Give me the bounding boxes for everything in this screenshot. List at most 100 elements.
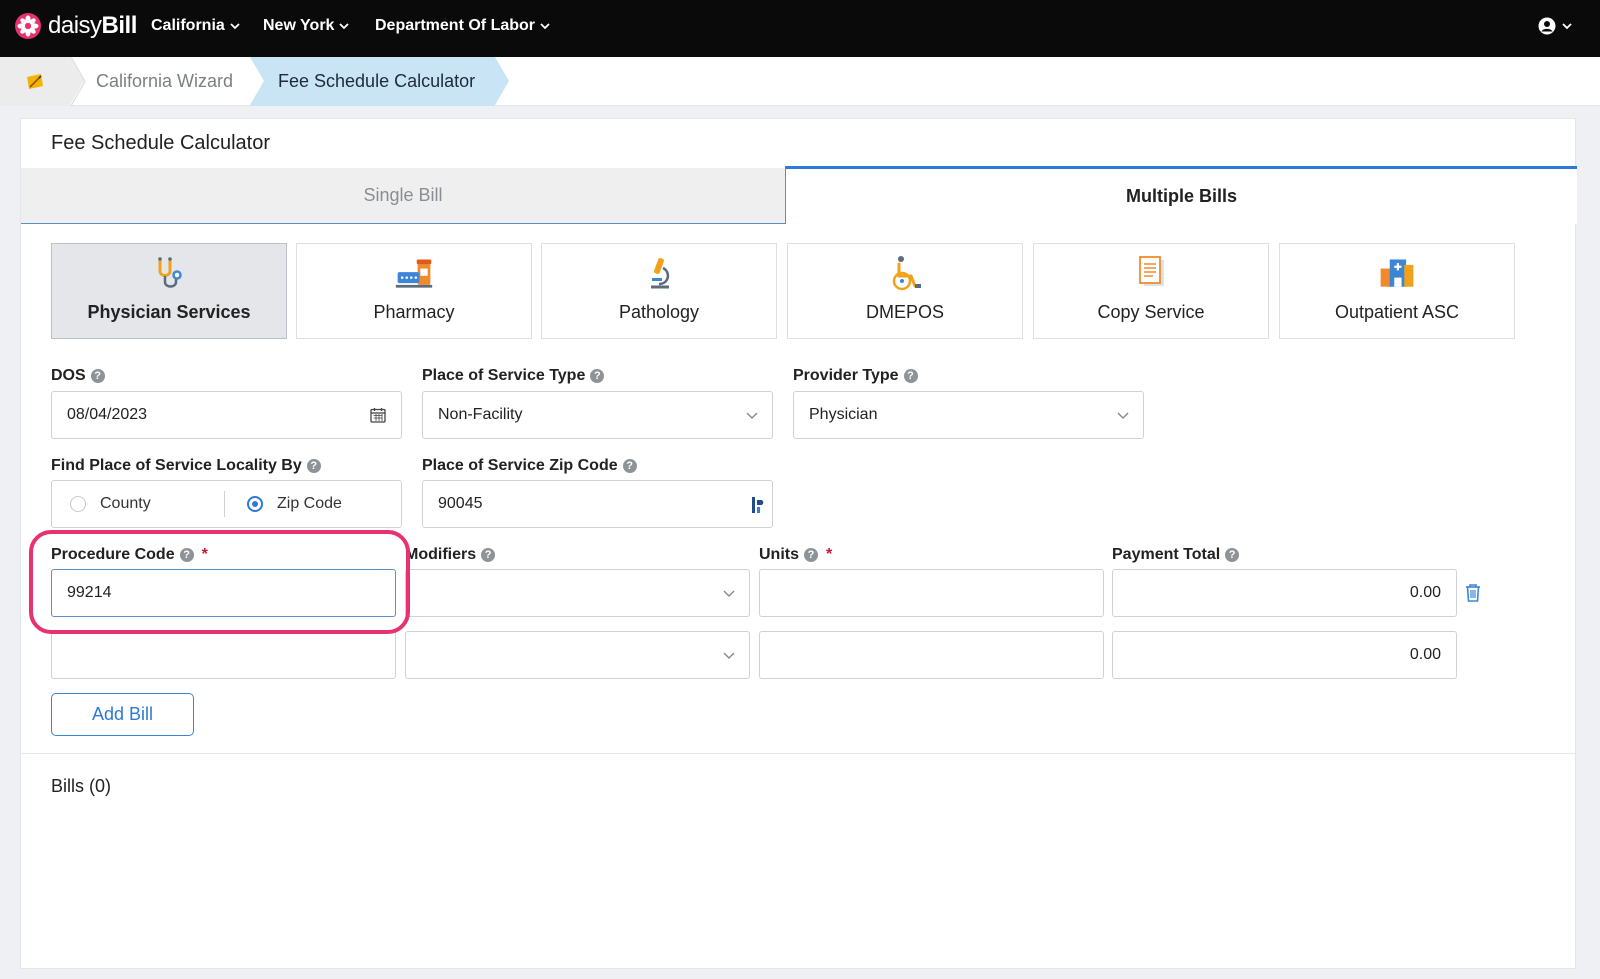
service-physician-services[interactable]: Physician Services: [51, 243, 287, 339]
tab-multiple-bills[interactable]: Multiple Bills: [785, 166, 1577, 224]
units-input[interactable]: [759, 631, 1104, 679]
radio-county[interactable]: County: [70, 495, 224, 513]
label-text: Payment Total: [1112, 546, 1221, 563]
chevron-down-icon: [540, 23, 550, 30]
dos-date-input[interactable]: 08/04/2023: [51, 391, 402, 439]
trash-icon[interactable]: [1464, 583, 1482, 603]
service-label: Copy Service: [1097, 302, 1205, 322]
add-bill-button[interactable]: Add Bill: [51, 693, 194, 736]
help-icon[interactable]: ?: [306, 459, 321, 473]
chevron-down-icon: [723, 590, 735, 597]
label-text: Provider Type: [793, 367, 899, 384]
calendar-icon[interactable]: [370, 407, 386, 423]
sticky-note-icon: [27, 73, 43, 89]
label-text: Find Place of Service Locality By: [51, 457, 302, 474]
label-text: Place of Service Zip Code: [422, 457, 618, 474]
modifiers-select[interactable]: [405, 569, 750, 617]
nav-new-york[interactable]: New York: [263, 17, 350, 35]
service-label: DMEPOS: [865, 302, 944, 322]
required-marker: *: [201, 546, 208, 563]
zip-code-label: Place of Service Zip Code?: [422, 457, 637, 475]
hospital-icon: [1380, 259, 1414, 287]
tab-label: Single Bill: [363, 185, 443, 205]
breadcrumb-fee-schedule-calculator[interactable]: Fee Schedule Calculator: [250, 57, 509, 106]
divider: [224, 491, 225, 517]
locality-by-label: Find Place of Service Locality By?: [51, 457, 321, 475]
procedure-code-input[interactable]: 99214: [51, 569, 396, 617]
microscope-icon: [651, 258, 670, 289]
nav-california[interactable]: California: [151, 17, 240, 35]
procedure-code-input[interactable]: [51, 631, 396, 679]
radio-circle-selected: [247, 496, 263, 512]
payment-total-label: Payment Total?: [1112, 546, 1240, 564]
dos-label: DOS?: [51, 367, 105, 385]
daisy-flower-icon: [15, 13, 41, 39]
payment-total-field[interactable]: 0.00: [1112, 569, 1457, 617]
help-icon[interactable]: ?: [903, 369, 918, 383]
provider-type-value: Physician: [809, 406, 878, 423]
modifiers-select[interactable]: [405, 631, 750, 679]
pharmacy-icon: [395, 259, 433, 288]
help-icon[interactable]: ?: [90, 369, 105, 383]
daisybill-logo[interactable]: daisyBill: [14, 12, 137, 40]
bill-mode-tabs: Single Bill Multiple Bills: [21, 166, 1577, 224]
modifiers-label: Modifiers?: [405, 546, 496, 564]
dos-value: 08/04/2023: [67, 406, 148, 423]
tab-label: Multiple Bills: [1125, 186, 1237, 206]
nav-label: Department Of Labor: [375, 17, 536, 34]
units-input[interactable]: [759, 569, 1104, 617]
payment-total-field[interactable]: 0.00: [1112, 631, 1457, 679]
service-outpatient-asc[interactable]: Outpatient ASC: [1279, 243, 1515, 339]
payment-value: 0.00: [1409, 584, 1441, 601]
service-label: Outpatient ASC: [1334, 302, 1460, 322]
place-type-value: Non-Facility: [438, 406, 523, 423]
zip-value: 90045: [438, 495, 483, 512]
breadcrumb-california-wizard[interactable]: California Wizard: [84, 57, 245, 106]
help-icon[interactable]: ?: [622, 459, 637, 473]
required-marker: *: [826, 546, 833, 563]
divider: [21, 753, 1577, 754]
units-label: Units? *: [759, 546, 832, 564]
chevron-down-icon: [746, 412, 758, 419]
breadcrumb-home[interactable]: [0, 57, 84, 106]
service-copy-service[interactable]: Copy Service: [1033, 243, 1269, 339]
document-icon: [1139, 256, 1164, 286]
password-manager-icon[interactable]: [750, 495, 766, 515]
bills-count: Bills (0): [51, 776, 112, 796]
label-text: Place of Service Type: [422, 367, 586, 384]
label-text: Units: [759, 546, 799, 563]
tab-single-bill[interactable]: Single Bill: [21, 168, 785, 224]
service-label: Pathology: [618, 302, 700, 322]
help-icon[interactable]: ?: [481, 548, 496, 562]
nav-label: California: [151, 17, 225, 34]
provider-type-select[interactable]: Physician: [793, 391, 1144, 439]
zip-code-input[interactable]: 90045: [422, 480, 773, 528]
chevron-down-icon: [230, 23, 240, 30]
help-icon[interactable]: ?: [179, 548, 194, 562]
page-title: Fee Schedule Calculator: [51, 132, 271, 154]
chevron-down-icon: [1562, 23, 1572, 30]
provider-type-label: Provider Type?: [793, 367, 918, 385]
place-of-service-type-select[interactable]: Non-Facility: [422, 391, 773, 439]
stethoscope-icon: [158, 257, 182, 288]
nav-department-of-labor[interactable]: Department Of Labor: [375, 17, 550, 35]
breadcrumb: California Wizard Fee Schedule Calculato…: [0, 57, 1600, 106]
help-icon[interactable]: ?: [804, 548, 818, 562]
radio-zip-code[interactable]: Zip Code: [247, 495, 342, 513]
calculator-card: Fee Schedule Calculator Single Bill Mult…: [20, 118, 1577, 969]
service-pathology[interactable]: Pathology: [541, 243, 777, 339]
service-dmepos[interactable]: DMEPOS: [787, 243, 1023, 339]
help-icon[interactable]: ?: [590, 369, 605, 383]
procedure-value: 99214: [67, 584, 112, 601]
brand-name: daisyBill: [48, 12, 137, 39]
radio-circle: [70, 496, 86, 512]
service-pharmacy[interactable]: Pharmacy: [296, 243, 532, 339]
user-menu[interactable]: [1538, 17, 1572, 35]
help-icon[interactable]: ?: [1225, 548, 1240, 562]
chevron-down-icon: [1117, 412, 1129, 419]
button-label: Add Bill: [91, 704, 154, 724]
nav-label: New York: [263, 17, 335, 34]
breadcrumb-label: Fee Schedule Calculator: [278, 71, 476, 91]
radio-label: Zip Code: [277, 495, 342, 512]
chevron-down-icon: [723, 652, 735, 659]
